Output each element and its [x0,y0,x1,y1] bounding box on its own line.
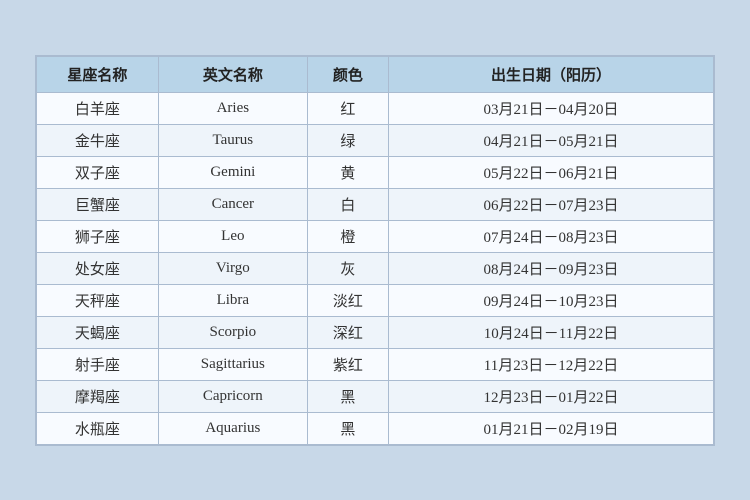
cell-en: Aries [158,92,307,124]
header-color: 颜色 [307,56,388,92]
table-row: 双子座Gemini黄05月22日－06月21日 [37,156,714,188]
cell-zh: 天蝎座 [37,316,159,348]
cell-date: 03月21日－04月20日 [389,92,714,124]
cell-zh: 处女座 [37,252,159,284]
header-zh: 星座名称 [37,56,159,92]
table-row: 狮子座Leo橙07月24日－08月23日 [37,220,714,252]
table-row: 天蝎座Scorpio深红10月24日－11月22日 [37,316,714,348]
cell-zh: 天秤座 [37,284,159,316]
header-date: 出生日期（阳历） [389,56,714,92]
cell-zh: 狮子座 [37,220,159,252]
cell-date: 01月21日－02月19日 [389,412,714,444]
cell-date: 06月22日－07月23日 [389,188,714,220]
cell-zh: 水瓶座 [37,412,159,444]
cell-en: Gemini [158,156,307,188]
cell-date: 07月24日－08月23日 [389,220,714,252]
cell-color: 红 [307,92,388,124]
cell-zh: 金牛座 [37,124,159,156]
cell-color: 黑 [307,412,388,444]
cell-en: Cancer [158,188,307,220]
cell-date: 11月23日－12月22日 [389,348,714,380]
cell-zh: 白羊座 [37,92,159,124]
cell-zh: 巨蟹座 [37,188,159,220]
cell-zh: 摩羯座 [37,380,159,412]
cell-en: Libra [158,284,307,316]
cell-zh: 射手座 [37,348,159,380]
cell-date: 09月24日－10月23日 [389,284,714,316]
cell-date: 04月21日－05月21日 [389,124,714,156]
cell-date: 10月24日－11月22日 [389,316,714,348]
cell-date: 08月24日－09月23日 [389,252,714,284]
table-row: 射手座Sagittarius紫红11月23日－12月22日 [37,348,714,380]
cell-color: 橙 [307,220,388,252]
cell-color: 深红 [307,316,388,348]
cell-en: Virgo [158,252,307,284]
cell-color: 淡红 [307,284,388,316]
table-row: 天秤座Libra淡红09月24日－10月23日 [37,284,714,316]
cell-date: 05月22日－06月21日 [389,156,714,188]
cell-color: 绿 [307,124,388,156]
zodiac-table: 星座名称 英文名称 颜色 出生日期（阳历） 白羊座Aries红03月21日－04… [35,55,715,446]
cell-en: Sagittarius [158,348,307,380]
cell-color: 灰 [307,252,388,284]
cell-en: Aquarius [158,412,307,444]
cell-en: Leo [158,220,307,252]
cell-color: 紫红 [307,348,388,380]
header-en: 英文名称 [158,56,307,92]
cell-color: 白 [307,188,388,220]
table-row: 水瓶座Aquarius黑01月21日－02月19日 [37,412,714,444]
table-row: 巨蟹座Cancer白06月22日－07月23日 [37,188,714,220]
table-row: 摩羯座Capricorn黑12月23日－01月22日 [37,380,714,412]
table-row: 金牛座Taurus绿04月21日－05月21日 [37,124,714,156]
cell-color: 黄 [307,156,388,188]
cell-en: Capricorn [158,380,307,412]
table-row: 处女座Virgo灰08月24日－09月23日 [37,252,714,284]
cell-color: 黑 [307,380,388,412]
cell-date: 12月23日－01月22日 [389,380,714,412]
table-header-row: 星座名称 英文名称 颜色 出生日期（阳历） [37,56,714,92]
cell-zh: 双子座 [37,156,159,188]
table-row: 白羊座Aries红03月21日－04月20日 [37,92,714,124]
cell-en: Scorpio [158,316,307,348]
cell-en: Taurus [158,124,307,156]
